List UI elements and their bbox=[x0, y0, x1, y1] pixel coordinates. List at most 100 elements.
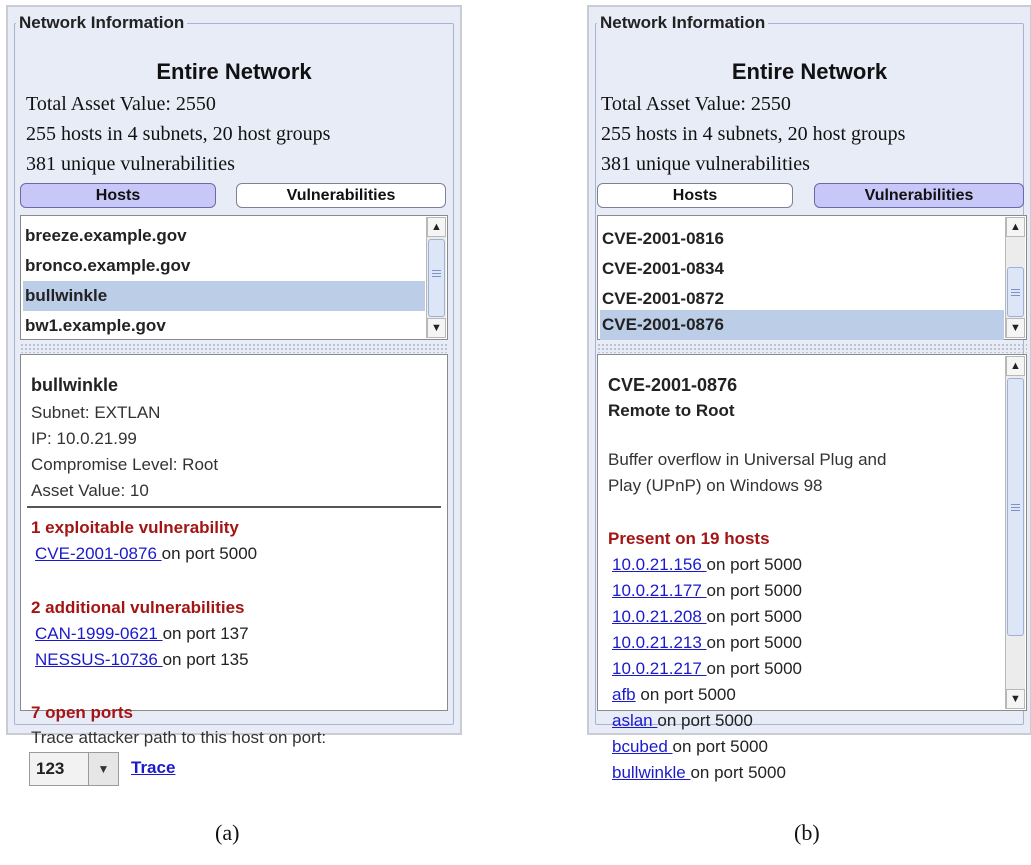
scroll-up-arrow-icon[interactable]: ▲ bbox=[1006, 356, 1025, 376]
trace-button[interactable]: Trace bbox=[131, 758, 175, 778]
scroll-grip-line bbox=[1011, 295, 1020, 296]
host-subnet: Subnet: EXTLAN bbox=[31, 403, 161, 422]
affected-host-row: 10.0.21.177 on port 5000 bbox=[612, 581, 802, 601]
host-port: on port 5000 bbox=[706, 581, 802, 600]
host-port: on port 5000 bbox=[690, 763, 786, 782]
additional-vulns-heading: 2 additional vulnerabilities bbox=[31, 598, 245, 617]
unique-vulnerabilities-summary: 381 unique vulnerabilities bbox=[601, 153, 810, 175]
additional-vuln-row: CAN-1999-0621 on port 137 bbox=[35, 624, 249, 644]
pane-splitter[interactable] bbox=[597, 343, 1027, 353]
list-scrollbar[interactable]: ▲ ▼ bbox=[426, 217, 446, 338]
host-link[interactable]: 10.0.21.208 bbox=[612, 607, 707, 626]
vuln-port: on port 5000 bbox=[161, 544, 258, 563]
vuln-link[interactable]: CAN-1999-0621 bbox=[35, 624, 163, 643]
scroll-thumb[interactable] bbox=[1007, 378, 1024, 636]
scroll-grip-line bbox=[1011, 507, 1020, 508]
scroll-down-arrow-icon[interactable]: ▼ bbox=[427, 318, 446, 338]
exploitable-heading: 1 exploitable vulnerability bbox=[31, 518, 239, 537]
affected-host-row: 10.0.21.217 on port 5000 bbox=[612, 659, 802, 679]
vulnerability-description-line: Play (UPnP) on Windows 98 bbox=[608, 476, 823, 495]
total-asset-value: Total Asset Value: 2550 bbox=[26, 93, 216, 115]
affected-host-row: bcubed on port 5000 bbox=[612, 737, 768, 757]
affected-host-row: 10.0.21.213 on port 5000 bbox=[612, 633, 802, 653]
pane-splitter[interactable] bbox=[20, 343, 448, 353]
hosts-tab-button[interactable]: Hosts bbox=[20, 183, 216, 208]
scroll-grip-icon bbox=[1011, 289, 1020, 290]
host-port: on port 5000 bbox=[672, 737, 768, 756]
vuln-port: on port 137 bbox=[162, 624, 249, 643]
open-ports-heading: 7 open ports bbox=[31, 703, 134, 722]
host-detail-pane: bullwinkle Subnet: EXTLAN IP: 10.0.21.99… bbox=[20, 354, 448, 786]
port-select-value: 123 bbox=[36, 759, 65, 778]
scroll-grip-icon bbox=[432, 270, 441, 271]
detail-scrollbar[interactable]: ▲ ▼ bbox=[1005, 356, 1025, 709]
panel-legend: Network Information bbox=[16, 13, 188, 33]
network-title: Entire Network bbox=[156, 59, 312, 84]
vulnerability-list[interactable]: CVE-2001-0816 CVE-2001-0834 CVE-2001-087… bbox=[597, 215, 1027, 340]
vuln-link[interactable]: CVE-2001-0876 bbox=[35, 544, 162, 563]
additional-vuln-row: NESSUS-10736 on port 135 bbox=[35, 650, 249, 670]
host-link[interactable]: 10.0.21.177 bbox=[612, 581, 707, 600]
scroll-grip-line bbox=[1011, 292, 1020, 293]
caption-a: (a) bbox=[215, 820, 240, 845]
host-link[interactable]: bcubed bbox=[612, 737, 673, 756]
network-information-panel-b: Network Information Entire Network Total… bbox=[587, 5, 1031, 782]
scroll-up-arrow-icon[interactable]: ▲ bbox=[1006, 217, 1025, 237]
host-port: on port 5000 bbox=[635, 685, 736, 704]
host-ip: IP: 10.0.21.99 bbox=[31, 429, 137, 448]
exploitable-vuln-row: CVE-2001-0876 on port 5000 bbox=[35, 544, 257, 564]
vulnerability-id: CVE-2001-0876 bbox=[608, 375, 738, 395]
scroll-down-arrow-icon[interactable]: ▼ bbox=[1006, 318, 1025, 338]
vulnerability-description-line: Buffer overflow in Universal Plug and bbox=[608, 450, 887, 469]
list-item[interactable]: CVE-2001-0834 bbox=[600, 254, 1004, 284]
affected-host-row: aslan on port 5000 bbox=[612, 711, 753, 731]
host-list[interactable]: breeze.example.gov bronco.example.gov bu… bbox=[20, 215, 448, 340]
present-on-hosts-heading: Present on 19 hosts bbox=[608, 529, 770, 548]
scroll-grip-icon bbox=[1011, 504, 1020, 505]
vulnerability-detail-pane: CVE-2001-0876 Remote to Root Buffer over… bbox=[597, 354, 1027, 782]
hosts-tab-button[interactable]: Hosts bbox=[597, 183, 793, 208]
host-asset-value: Asset Value: 10 bbox=[31, 481, 149, 500]
host-link[interactable]: afb bbox=[612, 685, 636, 704]
caption-b: (b) bbox=[794, 820, 820, 845]
host-port: on port 5000 bbox=[706, 659, 802, 678]
list-item[interactable]: CVE-2001-0816 bbox=[600, 224, 1004, 254]
network-title: Entire Network bbox=[731, 59, 888, 84]
list-scrollbar[interactable]: ▲ ▼ bbox=[1005, 217, 1025, 338]
port-select[interactable]: 123 ▼ bbox=[29, 752, 119, 786]
host-link[interactable]: 10.0.21.217 bbox=[612, 659, 707, 678]
host-link[interactable]: bullwinkle bbox=[612, 763, 690, 782]
list-item-selected[interactable]: bullwinkle bbox=[23, 281, 425, 311]
list-item[interactable]: bronco.example.gov bbox=[23, 251, 425, 281]
hosts-subnets-summary: 255 hosts in 4 subnets, 20 host groups bbox=[601, 123, 906, 145]
host-port: on port 5000 bbox=[706, 633, 802, 652]
host-link[interactable]: 10.0.21.156 bbox=[612, 555, 707, 574]
host-link[interactable]: aslan bbox=[612, 711, 657, 730]
host-port: on port 5000 bbox=[706, 555, 802, 574]
affected-host-row: 10.0.21.156 on port 5000 bbox=[612, 555, 802, 575]
dropdown-arrow-icon[interactable]: ▼ bbox=[88, 753, 118, 785]
scroll-grip-line bbox=[1011, 510, 1020, 511]
vuln-port: on port 135 bbox=[162, 650, 249, 669]
panel-legend: Network Information bbox=[597, 13, 769, 33]
host-link[interactable]: 10.0.21.213 bbox=[612, 633, 707, 652]
list-item-selected[interactable]: CVE-2001-0876 bbox=[600, 310, 1004, 340]
trace-prompt: Trace attacker path to this host on port… bbox=[31, 728, 327, 747]
list-item[interactable]: bw1.example.gov bbox=[23, 311, 425, 341]
vulnerabilities-tab-button[interactable]: Vulnerabilities bbox=[236, 183, 446, 208]
network-information-panel-a: Network Information Entire Network Total… bbox=[6, 5, 462, 786]
scroll-thumb[interactable] bbox=[1007, 267, 1024, 317]
scroll-thumb[interactable] bbox=[428, 239, 445, 317]
host-compromise-level: Compromise Level: Root bbox=[31, 455, 219, 474]
affected-host-row: 10.0.21.208 on port 5000 bbox=[612, 607, 802, 627]
vulnerabilities-tab-button[interactable]: Vulnerabilities bbox=[814, 183, 1024, 208]
scroll-grip-line bbox=[432, 273, 441, 274]
vulnerability-type: Remote to Root bbox=[608, 401, 735, 420]
scroll-down-arrow-icon[interactable]: ▼ bbox=[1006, 689, 1025, 709]
total-asset-value: Total Asset Value: 2550 bbox=[601, 93, 791, 115]
list-item[interactable]: breeze.example.gov bbox=[23, 221, 425, 251]
host-port: on port 5000 bbox=[657, 711, 753, 730]
vuln-link[interactable]: NESSUS-10736 bbox=[35, 650, 163, 669]
scroll-up-arrow-icon[interactable]: ▲ bbox=[427, 217, 446, 237]
affected-host-row: bullwinkle on port 5000 bbox=[612, 763, 786, 783]
